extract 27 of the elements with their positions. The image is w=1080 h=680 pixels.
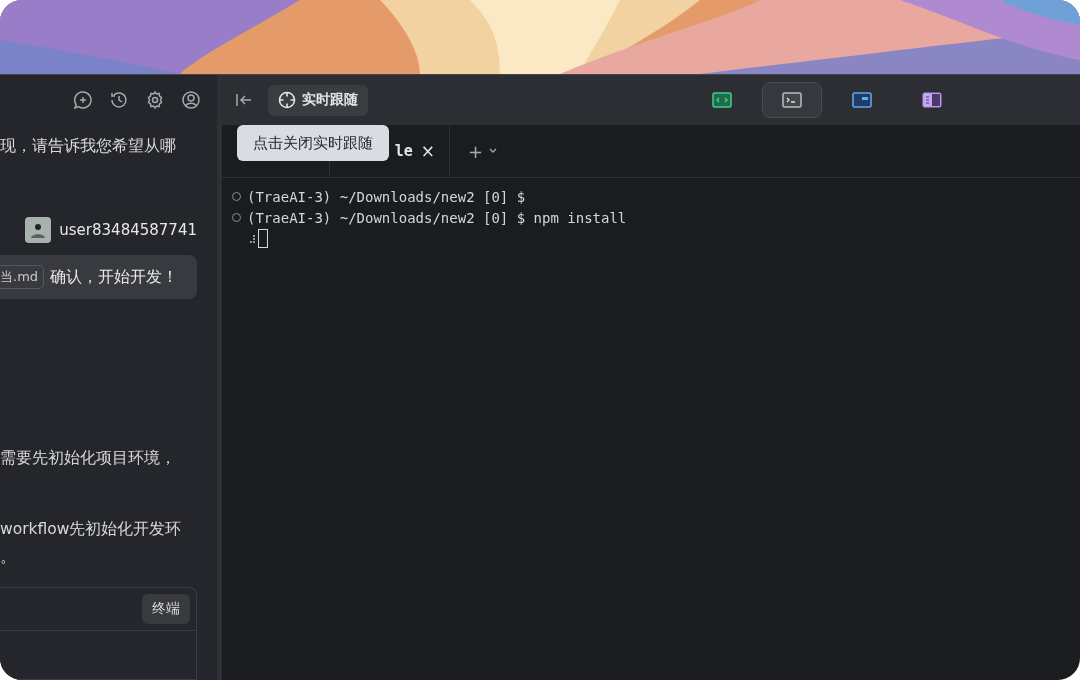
browser-view-icon [852, 91, 872, 109]
terminal-button[interactable]: 终端 [142, 594, 190, 624]
history-icon[interactable] [109, 90, 129, 110]
code-view-icon [712, 91, 732, 109]
crosshair-icon [278, 91, 296, 109]
username: user83484587741 [59, 221, 197, 239]
terminal-line: (TraeAI-3) ~/Downloads/new2 [0] $ [247, 188, 526, 205]
chevron-down-icon [489, 148, 498, 154]
settings-icon[interactable] [145, 90, 165, 110]
chat-message: workflow先初始化开发环 。 [0, 519, 183, 568]
chat-message: 需要先初始化项目环境， [0, 448, 177, 469]
avatar-icon [25, 217, 52, 243]
message-text: 确认，开始开发！ [50, 266, 179, 288]
docs-view-icon [922, 91, 942, 109]
file-chip[interactable]: 当.md [0, 265, 45, 289]
view-button[interactable] [762, 82, 822, 118]
terminal-line: (TraeAI-3) ~/Downloads/new2 [0] $ npm install [247, 209, 627, 226]
close-button[interactable]: × [420, 141, 435, 161]
new-chat-icon[interactable] [73, 90, 93, 110]
chat-message: 现，请告诉我您希望从哪 [0, 136, 177, 157]
account-icon[interactable] [181, 90, 201, 110]
spinner-icon [250, 233, 256, 244]
tooltip: 点击关闭实时跟随 [237, 125, 389, 161]
follow-button[interactable]: 实时跟随 [268, 84, 368, 116]
tab-label: le [394, 142, 413, 160]
terminal-view-icon [782, 91, 802, 109]
new-tab-button[interactable]: + [450, 125, 498, 177]
